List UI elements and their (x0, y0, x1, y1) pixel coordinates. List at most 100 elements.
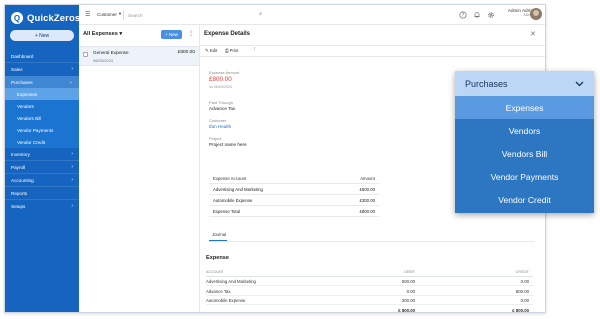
table-cell: £800.00 (359, 209, 375, 214)
customer-link[interactable]: Ifan Health (209, 124, 231, 129)
header-cell: Amount (360, 176, 375, 181)
detail-toolbar: ✎ Edit ⎙ Print ⋮ (200, 45, 545, 57)
sidebar-item-dashboard[interactable]: Dashboard (5, 50, 79, 62)
table-cell: Advertising And Marketing (206, 279, 256, 284)
sidebar-item-label: Vendors Bill (17, 115, 42, 121)
journal-table: ACCOUNT DEBIT CREDIT Advertising And Mar… (206, 267, 533, 313)
print-label: Print (229, 48, 239, 53)
print-button[interactable]: ⎙ Print (225, 48, 238, 53)
header-cell: Expense Account (213, 176, 247, 181)
chevron-right-icon: › (71, 151, 73, 157)
row-name: General Expense (93, 50, 129, 55)
chevron-down-icon: ⌄ (68, 79, 73, 85)
sidebar-item-inventory[interactable]: Inventory › (5, 148, 79, 160)
sidebar-item-payroll[interactable]: Payroll › (5, 161, 79, 173)
row-checkbox[interactable] (83, 52, 88, 57)
zoom-item-vendor-payments[interactable]: Vendor Payments (455, 165, 594, 188)
edit-icon: ✎ (205, 48, 209, 53)
tab-journal[interactable]: Journal (212, 232, 226, 237)
table-row: Advertising And Marketing 500.00 0.00 (206, 277, 533, 286)
sidebar-item-label: Vendor Payments (17, 127, 54, 133)
search-input[interactable]: Search ⌕ (123, 10, 264, 20)
table-cell: Advertising And Marketing (213, 187, 263, 192)
org-selector-value: Customer (97, 11, 117, 17)
expense-account-table: Expense Account Amount Advertising And M… (209, 173, 379, 217)
search-icon[interactable]: ⌕ (259, 11, 262, 17)
table-cell: Advance Tax (206, 288, 231, 294)
list-item[interactable]: General Expense 06/05/2024 £800.00 (79, 46, 199, 66)
divider (209, 241, 535, 242)
row-amount: £800.00 (177, 50, 195, 55)
zoom-item-expenses[interactable]: Expenses (455, 96, 594, 119)
sidebar-item-expenses[interactable]: Expenses (5, 88, 79, 100)
table-cell: Automobile Expense (206, 298, 246, 303)
chevron-down-icon: ▾ (119, 31, 123, 37)
sidebar-item-setups[interactable]: Setups › (5, 200, 79, 212)
sidebar-item-label: Expenses (17, 91, 38, 97)
sidebar-item-label: Setups (11, 203, 26, 209)
logo-icon: Q (11, 12, 23, 24)
sidebar-item-vendor-credit[interactable]: Vendor Credit (5, 136, 79, 148)
chevron-right-icon: › (71, 177, 73, 183)
list-new-button[interactable]: + New (161, 30, 182, 39)
bell-icon[interactable] (472, 10, 482, 20)
sidebar-item-vendor-payments[interactable]: Vendor Payments (5, 124, 79, 136)
sidebar-item-vendors-bill[interactable]: Vendors Bill (5, 112, 79, 124)
zoom-item-label: Vendor Payments (490, 171, 559, 182)
sidebar-item-label: Dashboard (11, 53, 34, 59)
expense-list-panel: All Expenses ▾ + New ⋮ General Expense 0… (79, 25, 200, 312)
chevron-right-icon: › (71, 203, 73, 209)
table-cell: 0.00 (406, 288, 415, 294)
zoom-item-vendor-credit[interactable]: Vendor Credit (455, 188, 594, 211)
sidebar-item-purchases[interactable]: Purchases ⌄ (5, 76, 79, 88)
help-icon[interactable]: ? (458, 10, 468, 20)
table-cell: £300.00 (359, 198, 375, 203)
zoom-item-vendors[interactable]: Vendors (455, 119, 594, 142)
edit-button[interactable]: ✎ Edit (205, 48, 217, 54)
zoom-item-vendors-bill[interactable]: Vendors Bill (455, 142, 594, 165)
top-bar: ☰ Customer ▾ Search ⌕ ? Admin Admin ADMI… (79, 5, 545, 25)
close-icon[interactable]: ✕ (530, 30, 536, 38)
table-row: Automobile Expense 300.00 0.00 (206, 296, 533, 305)
table-row: Expense Total £800.00 (209, 206, 379, 217)
sidebar-item-vendors[interactable]: Vendors (5, 100, 79, 112)
zoom-header-label: Purchases (465, 78, 508, 89)
table-cell: 800.00 (515, 288, 529, 294)
new-button[interactable]: + New (10, 30, 74, 41)
table-cell: £ 800.00 (398, 307, 415, 313)
more-options-icon[interactable]: ⋮ (252, 47, 258, 53)
menu-icon[interactable]: ☰ (85, 11, 90, 18)
org-selector[interactable]: Customer ▾ (97, 11, 121, 17)
avatar[interactable] (530, 8, 542, 20)
sidebar: Q QuickZeros + New Dashboard Sales › Pur… (5, 5, 80, 312)
zoom-item-label: Vendors (508, 125, 541, 136)
sidebar-item-reports[interactable]: Reports (5, 187, 79, 199)
table-cell: 0.00 (520, 298, 529, 303)
expense-amount: £800.00 (209, 76, 232, 83)
project-label: Project (209, 136, 222, 141)
journal-title: Expense (206, 255, 230, 261)
purchases-menu-zoom: Purchases Expenses Vendors Vendors Bill … (455, 71, 594, 213)
more-options-icon[interactable]: ⋮ (188, 30, 194, 37)
edit-label: Edit (209, 48, 218, 53)
sidebar-item-label: Payroll (11, 164, 26, 170)
sidebar-item-sales[interactable]: Sales › (5, 63, 79, 75)
zoom-purchases-header[interactable]: Purchases (455, 71, 594, 96)
table-row: Automobile Expense £300.00 (209, 195, 379, 206)
sidebar-item-accounting[interactable]: Accounting › (5, 174, 79, 186)
list-title[interactable]: All Expenses ▾ (83, 31, 122, 37)
amount-label: Expense Amount (209, 70, 240, 75)
app-name: QuickZeros (27, 12, 81, 24)
sidebar-item-label: Accounting (11, 177, 34, 183)
sidebar-item-label: Purchases (11, 79, 33, 85)
table-total-row: £ 800.00 £ 800.00 (206, 305, 533, 313)
chevron-right-icon: › (71, 66, 73, 72)
chevron-right-icon: › (71, 164, 73, 170)
table-cell: 500.00 (401, 279, 415, 284)
table-cell: £500.00 (359, 187, 375, 192)
chevron-down-icon (575, 79, 584, 89)
gear-icon[interactable] (486, 10, 496, 20)
app-logo[interactable]: Q QuickZeros (11, 11, 80, 25)
print-icon: ⎙ (225, 48, 229, 53)
sidebar-item-label: Sales (11, 66, 23, 72)
